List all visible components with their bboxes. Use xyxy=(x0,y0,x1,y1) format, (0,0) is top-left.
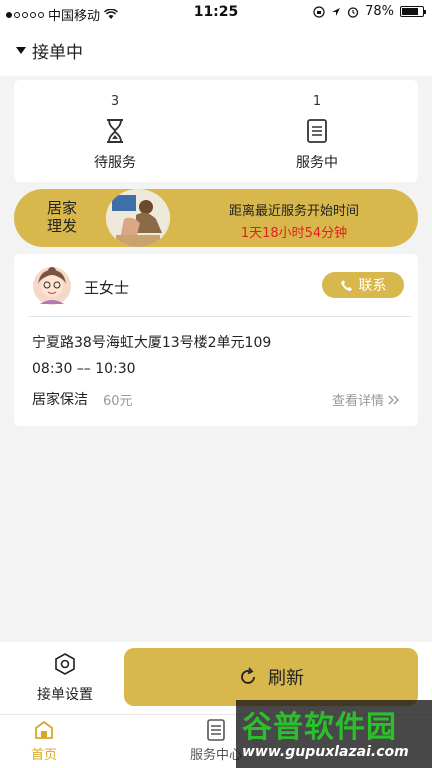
service-type: 居家保洁 xyxy=(32,392,88,408)
countdown-caption: 距离最近服务开始时间 xyxy=(228,204,359,219)
service-address: 宁夏路38号海虹大厦13号楼2单元109 xyxy=(32,335,272,351)
customer-avatar xyxy=(33,267,71,305)
watermark: 谷普软件园 www.gupuxlazai.com xyxy=(236,700,432,768)
pending-label: 待服务 xyxy=(94,155,136,171)
double-chevron-right-icon xyxy=(388,395,399,404)
service-time-range: 08:30 –– 10:30 xyxy=(32,361,136,377)
in-service-count: 1 xyxy=(312,94,322,109)
battery-icon xyxy=(400,6,426,17)
refresh-icon xyxy=(241,667,255,684)
alarm-icon xyxy=(347,6,359,18)
pending-count: 3 xyxy=(110,94,120,109)
order-card[interactable]: 王女士 联系 宁夏路38号海虹大厦13号楼2单元109 08:30 –– 10:… xyxy=(14,254,418,426)
status-bar: 中国移动 11:25 78% xyxy=(0,0,432,26)
banner-photo xyxy=(106,189,170,247)
refresh-button[interactable]: 刷新 xyxy=(124,648,418,706)
watermark-url: www.gupuxlazai.com xyxy=(242,744,409,760)
view-details-link[interactable]: 查看详情 xyxy=(332,390,400,409)
next-service-banner[interactable]: 居家理发 距离最近服务开始时间 1天18小时54分钟 xyxy=(14,189,418,247)
hourglass-icon xyxy=(107,119,123,143)
customer-name: 王女士 xyxy=(84,279,130,297)
order-status-toggle[interactable]: 接单中 xyxy=(16,38,83,63)
tab-service-center-label: 服务中心 xyxy=(189,748,242,763)
contact-button[interactable]: 联系 xyxy=(322,272,404,298)
home-icon xyxy=(35,720,53,739)
status-right: 78% xyxy=(313,4,426,19)
pending-service-tile[interactable]: 3 待服务 xyxy=(14,80,216,182)
order-settings-button[interactable]: 接单设置 xyxy=(22,652,108,704)
order-settings-label: 接单设置 xyxy=(37,687,93,703)
hexagon-settings-icon xyxy=(55,653,75,675)
service-price: 60元 xyxy=(103,394,133,409)
counts-card: 3 待服务 1 服务中 xyxy=(14,80,418,182)
location-icon xyxy=(332,7,341,16)
divider xyxy=(28,316,412,317)
in-service-tile[interactable]: 1 服务中 xyxy=(216,80,418,182)
countdown-value: 1天18小时54分钟 xyxy=(240,226,348,241)
watermark-title: 谷普软件园 xyxy=(242,710,397,745)
contact-label: 联系 xyxy=(358,278,387,294)
document-icon xyxy=(307,119,327,143)
header: 接单中 xyxy=(0,26,432,76)
orientation-lock-icon xyxy=(313,5,325,18)
phone-icon xyxy=(340,279,352,291)
view-details-label: 查看详情 xyxy=(331,394,384,409)
haircut-photo-icon xyxy=(106,189,170,247)
banner-service-title: 居家理发 xyxy=(46,199,77,235)
in-service-label: 服务中 xyxy=(296,155,338,171)
banner-countdown-box: 距离最近服务开始时间 1天18小时54分钟 xyxy=(194,200,394,241)
tab-home[interactable]: 首页 xyxy=(4,719,84,763)
document-icon xyxy=(207,719,225,741)
triangle-down-icon xyxy=(16,47,26,54)
battery-percent: 78% xyxy=(365,4,394,19)
refresh-label: 刷新 xyxy=(268,668,304,689)
order-status-label: 接单中 xyxy=(32,43,83,63)
tab-home-label: 首页 xyxy=(30,748,57,763)
